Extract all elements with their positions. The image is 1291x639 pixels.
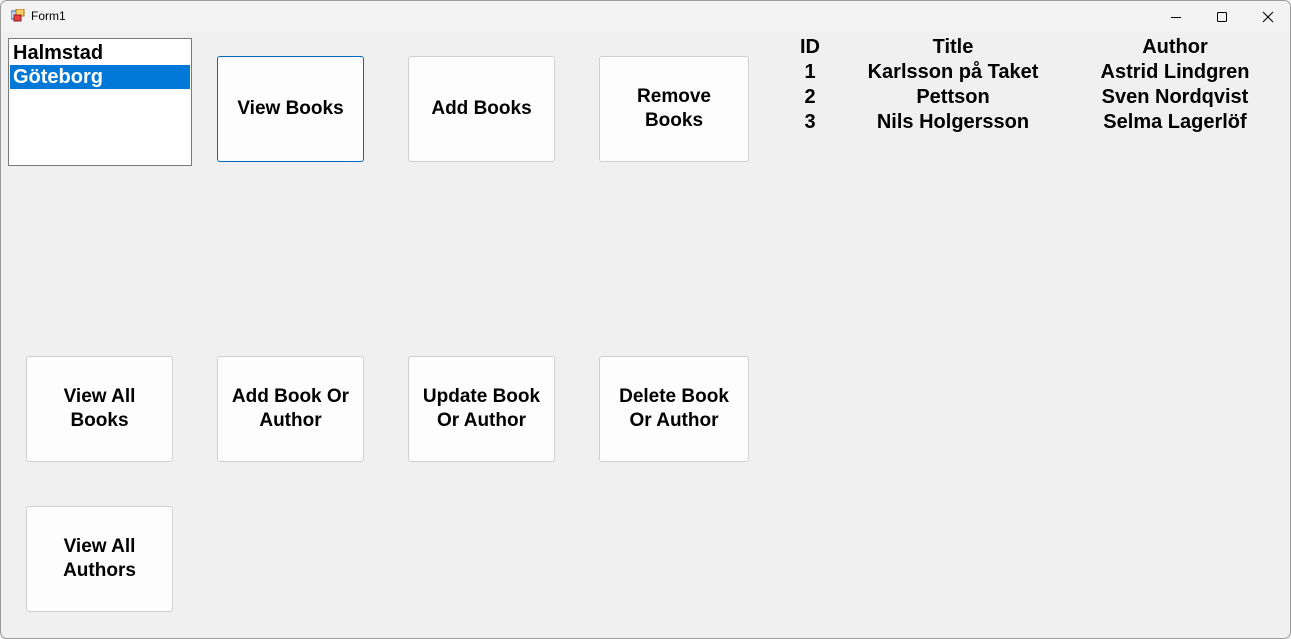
table-cell-author: Astrid Lindgren	[1100, 61, 1250, 83]
app-icon	[11, 9, 25, 22]
view-books-button[interactable]: View Books	[217, 56, 364, 162]
title-bar[interactable]: Form1	[1, 1, 1290, 32]
view-all-books-button[interactable]: View All Books	[26, 356, 173, 462]
view-all-authors-button[interactable]: View All Authors	[26, 506, 173, 612]
remove-books-button[interactable]: Remove Books	[599, 56, 749, 162]
update-book-or-author-button[interactable]: Update Book Or Author	[408, 356, 555, 462]
minimize-icon	[1171, 16, 1181, 18]
form-window: Form1 Halmstad Göteborg View Books Add B…	[0, 0, 1291, 639]
table-cell-title: Pettson	[916, 86, 990, 108]
add-books-button[interactable]: Add Books	[408, 56, 555, 162]
table-cell-author: Selma Lagerlöf	[1103, 111, 1247, 133]
maximize-button[interactable]	[1199, 1, 1245, 32]
header-author: Author	[1142, 36, 1208, 58]
maximize-icon	[1217, 11, 1227, 22]
minimize-button[interactable]	[1153, 1, 1199, 32]
close-icon	[1262, 11, 1274, 22]
table-cell-title: Karlsson på Taket	[867, 61, 1039, 83]
table-cell-title: Nils Holgersson	[876, 111, 1030, 133]
table-cell-id: 2	[804, 86, 816, 108]
table-cell-author: Sven Nordqvist	[1101, 86, 1249, 108]
table-cell-id: 1	[804, 61, 816, 83]
header-title: Title	[932, 36, 974, 58]
table-cell-id: 3	[804, 111, 816, 133]
window-title: Form1	[31, 9, 66, 23]
header-id: ID	[800, 36, 820, 58]
list-item-halmstad[interactable]: Halmstad	[10, 41, 190, 65]
add-book-or-author-button[interactable]: Add Book Or Author	[217, 356, 364, 462]
close-button[interactable]	[1245, 1, 1290, 32]
list-item-goteborg[interactable]: Göteborg	[10, 65, 190, 89]
city-listbox[interactable]: Halmstad Göteborg	[8, 38, 192, 166]
delete-book-or-author-button[interactable]: Delete Book Or Author	[599, 356, 749, 462]
